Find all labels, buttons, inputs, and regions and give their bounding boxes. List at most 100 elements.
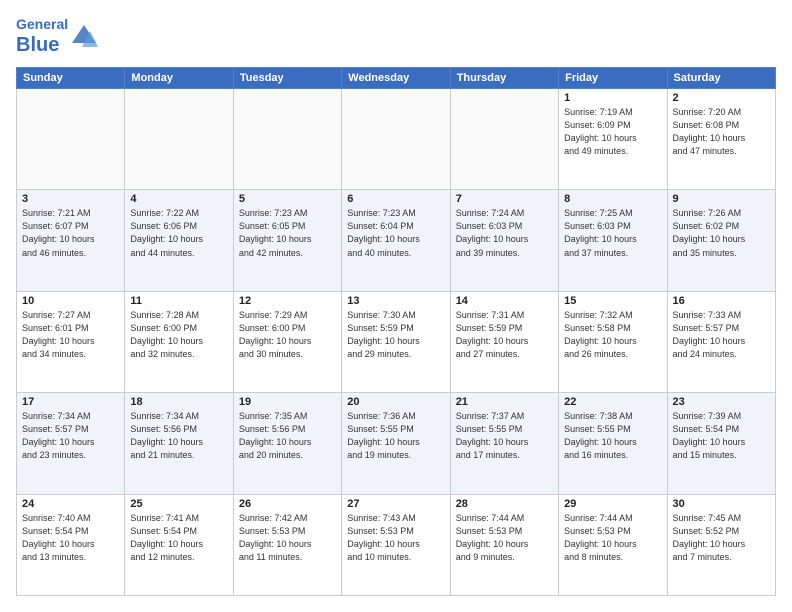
day-number: 7 [456, 193, 553, 205]
day-info: Sunrise: 7:38 AM Sunset: 5:55 PM Dayligh… [564, 410, 661, 462]
calendar-cell: 23Sunrise: 7:39 AM Sunset: 5:54 PM Dayli… [667, 393, 775, 494]
calendar-cell: 4Sunrise: 7:22 AM Sunset: 6:06 PM Daylig… [125, 190, 233, 291]
day-info: Sunrise: 7:23 AM Sunset: 6:05 PM Dayligh… [239, 207, 336, 259]
weekday-saturday: Saturday [667, 68, 775, 89]
calendar-cell: 5 Sunrise: 7:23 AM Sunset: 6:05 PM Daylig… [233, 190, 341, 291]
day-number: 6 [347, 193, 444, 205]
calendar-week-5: 24 Sunrise: 7:40 AM Sunset: 5:54 PM Dayli… [17, 494, 776, 595]
day-info: Sunrise: 7:31 AM Sunset: 5:59 PM Dayligh… [456, 309, 553, 361]
day-number: 25 [130, 498, 227, 510]
logo: General Blue [16, 16, 98, 57]
day-number: 28 [456, 498, 553, 510]
day-info: Sunrise: 7:24 AM Sunset: 6:03 PM Dayligh… [456, 207, 553, 259]
day-info: Sunrise: 7:26 AM Sunset: 6:02 PM Dayligh… [673, 207, 770, 259]
day-number: 13 [347, 295, 444, 307]
day-info: Sunrise: 7:37 AM Sunset: 5:55 PM Dayligh… [456, 410, 553, 462]
calendar-cell: 8Sunrise: 7:25 AM Sunset: 6:03 PM Daylig… [559, 190, 667, 291]
day-info: Sunrise: 7:42 AM Sunset: 5:53 PM Dayligh… [239, 512, 336, 564]
calendar-cell: 17 Sunrise: 7:34 AM Sunset: 5:57 PM Dayli… [17, 393, 125, 494]
calendar-cell: 3 Sunrise: 7:21 AM Sunset: 6:07 PM Daylig… [17, 190, 125, 291]
day-info: Sunrise: 7:32 AM Sunset: 5:58 PM Dayligh… [564, 309, 661, 361]
calendar-cell: 18 Sunrise: 7:34 AM Sunset: 5:56 PM Dayli… [125, 393, 233, 494]
day-number: 30 [673, 498, 770, 510]
logo-icon [70, 23, 98, 51]
day-info: Sunrise: 7:44 AM Sunset: 5:53 PM Dayligh… [456, 512, 553, 564]
calendar-cell: 22 Sunrise: 7:38 AM Sunset: 5:55 PM Dayli… [559, 393, 667, 494]
calendar-cell: 26 Sunrise: 7:42 AM Sunset: 5:53 PM Dayli… [233, 494, 341, 595]
day-number: 3 [22, 193, 119, 205]
calendar-cell: 24 Sunrise: 7:40 AM Sunset: 5:54 PM Dayli… [17, 494, 125, 595]
weekday-wednesday: Wednesday [342, 68, 450, 89]
weekday-sunday: Sunday [17, 68, 125, 89]
calendar-cell: 28 Sunrise: 7:44 AM Sunset: 5:53 PM Dayli… [450, 494, 558, 595]
weekday-monday: Monday [125, 68, 233, 89]
calendar-cell: 9 Sunrise: 7:26 AM Sunset: 6:02 PM Daylig… [667, 190, 775, 291]
calendar-cell: 16 Sunrise: 7:33 AM Sunset: 5:57 PM Dayli… [667, 291, 775, 392]
day-info: Sunrise: 7:34 AM Sunset: 5:57 PM Dayligh… [22, 410, 119, 462]
calendar-cell [342, 89, 450, 190]
day-info: Sunrise: 7:23 AM Sunset: 6:04 PM Dayligh… [347, 207, 444, 259]
day-info: Sunrise: 7:30 AM Sunset: 5:59 PM Dayligh… [347, 309, 444, 361]
day-info: Sunrise: 7:40 AM Sunset: 5:54 PM Dayligh… [22, 512, 119, 564]
weekday-tuesday: Tuesday [233, 68, 341, 89]
calendar-cell: 15 Sunrise: 7:32 AM Sunset: 5:58 PM Dayli… [559, 291, 667, 392]
calendar-cell [125, 89, 233, 190]
day-number: 20 [347, 396, 444, 408]
calendar-table: SundayMondayTuesdayWednesdayThursdayFrid… [16, 67, 776, 596]
calendar-cell: 25Sunrise: 7:41 AM Sunset: 5:54 PM Dayli… [125, 494, 233, 595]
day-number: 29 [564, 498, 661, 510]
calendar-cell: 12Sunrise: 7:29 AM Sunset: 6:00 PM Dayli… [233, 291, 341, 392]
calendar-cell: 13 Sunrise: 7:30 AM Sunset: 5:59 PM Dayli… [342, 291, 450, 392]
day-info: Sunrise: 7:35 AM Sunset: 5:56 PM Dayligh… [239, 410, 336, 462]
day-number: 11 [130, 295, 227, 307]
calendar-cell: 21 Sunrise: 7:37 AM Sunset: 5:55 PM Dayli… [450, 393, 558, 494]
calendar-cell: 6 Sunrise: 7:23 AM Sunset: 6:04 PM Daylig… [342, 190, 450, 291]
calendar-week-3: 10 Sunrise: 7:27 AM Sunset: 6:01 PM Dayli… [17, 291, 776, 392]
day-number: 2 [673, 92, 770, 104]
calendar-cell: 29 Sunrise: 7:44 AM Sunset: 5:53 PM Dayli… [559, 494, 667, 595]
day-info: Sunrise: 7:43 AM Sunset: 5:53 PM Dayligh… [347, 512, 444, 564]
day-number: 15 [564, 295, 661, 307]
day-number: 9 [673, 193, 770, 205]
calendar-cell: 20 Sunrise: 7:36 AM Sunset: 5:55 PM Dayli… [342, 393, 450, 494]
day-info: Sunrise: 7:20 AM Sunset: 6:08 PM Dayligh… [673, 106, 770, 158]
day-number: 16 [673, 295, 770, 307]
day-info: Sunrise: 7:33 AM Sunset: 5:57 PM Dayligh… [673, 309, 770, 361]
day-info: Sunrise: 7:36 AM Sunset: 5:55 PM Dayligh… [347, 410, 444, 462]
day-number: 19 [239, 396, 336, 408]
day-number: 26 [239, 498, 336, 510]
calendar-week-2: 3 Sunrise: 7:21 AM Sunset: 6:07 PM Daylig… [17, 190, 776, 291]
day-number: 5 [239, 193, 336, 205]
day-info: Sunrise: 7:22 AM Sunset: 6:06 PM Dayligh… [130, 207, 227, 259]
day-info: Sunrise: 7:34 AM Sunset: 5:56 PM Dayligh… [130, 410, 227, 462]
calendar-cell [233, 89, 341, 190]
calendar-cell: 2 Sunrise: 7:20 AM Sunset: 6:08 PM Daylig… [667, 89, 775, 190]
day-number: 22 [564, 396, 661, 408]
day-info: Sunrise: 7:44 AM Sunset: 5:53 PM Dayligh… [564, 512, 661, 564]
logo-blue-text: Blue [16, 34, 59, 56]
day-info: Sunrise: 7:19 AM Sunset: 6:09 PM Dayligh… [564, 106, 661, 158]
day-number: 17 [22, 396, 119, 408]
day-number: 1 [564, 92, 661, 104]
day-number: 27 [347, 498, 444, 510]
day-info: Sunrise: 7:21 AM Sunset: 6:07 PM Dayligh… [22, 207, 119, 259]
day-info: Sunrise: 7:45 AM Sunset: 5:52 PM Dayligh… [673, 512, 770, 564]
day-number: 21 [456, 396, 553, 408]
calendar-cell: 30 Sunrise: 7:45 AM Sunset: 5:52 PM Dayli… [667, 494, 775, 595]
weekday-friday: Friday [559, 68, 667, 89]
calendar-cell: 1 Sunrise: 7:19 AM Sunset: 6:09 PM Daylig… [559, 89, 667, 190]
logo-general-text: General [16, 16, 68, 32]
day-number: 18 [130, 396, 227, 408]
day-info: Sunrise: 7:27 AM Sunset: 6:01 PM Dayligh… [22, 309, 119, 361]
weekday-thursday: Thursday [450, 68, 558, 89]
calendar-cell [450, 89, 558, 190]
calendar-cell: 11Sunrise: 7:28 AM Sunset: 6:00 PM Dayli… [125, 291, 233, 392]
weekday-header-row: SundayMondayTuesdayWednesdayThursdayFrid… [17, 68, 776, 89]
calendar-cell: 27 Sunrise: 7:43 AM Sunset: 5:53 PM Dayli… [342, 494, 450, 595]
day-number: 12 [239, 295, 336, 307]
calendar-cell [17, 89, 125, 190]
day-number: 10 [22, 295, 119, 307]
calendar-cell: 19 Sunrise: 7:35 AM Sunset: 5:56 PM Dayli… [233, 393, 341, 494]
day-number: 24 [22, 498, 119, 510]
calendar-cell: 7 Sunrise: 7:24 AM Sunset: 6:03 PM Daylig… [450, 190, 558, 291]
